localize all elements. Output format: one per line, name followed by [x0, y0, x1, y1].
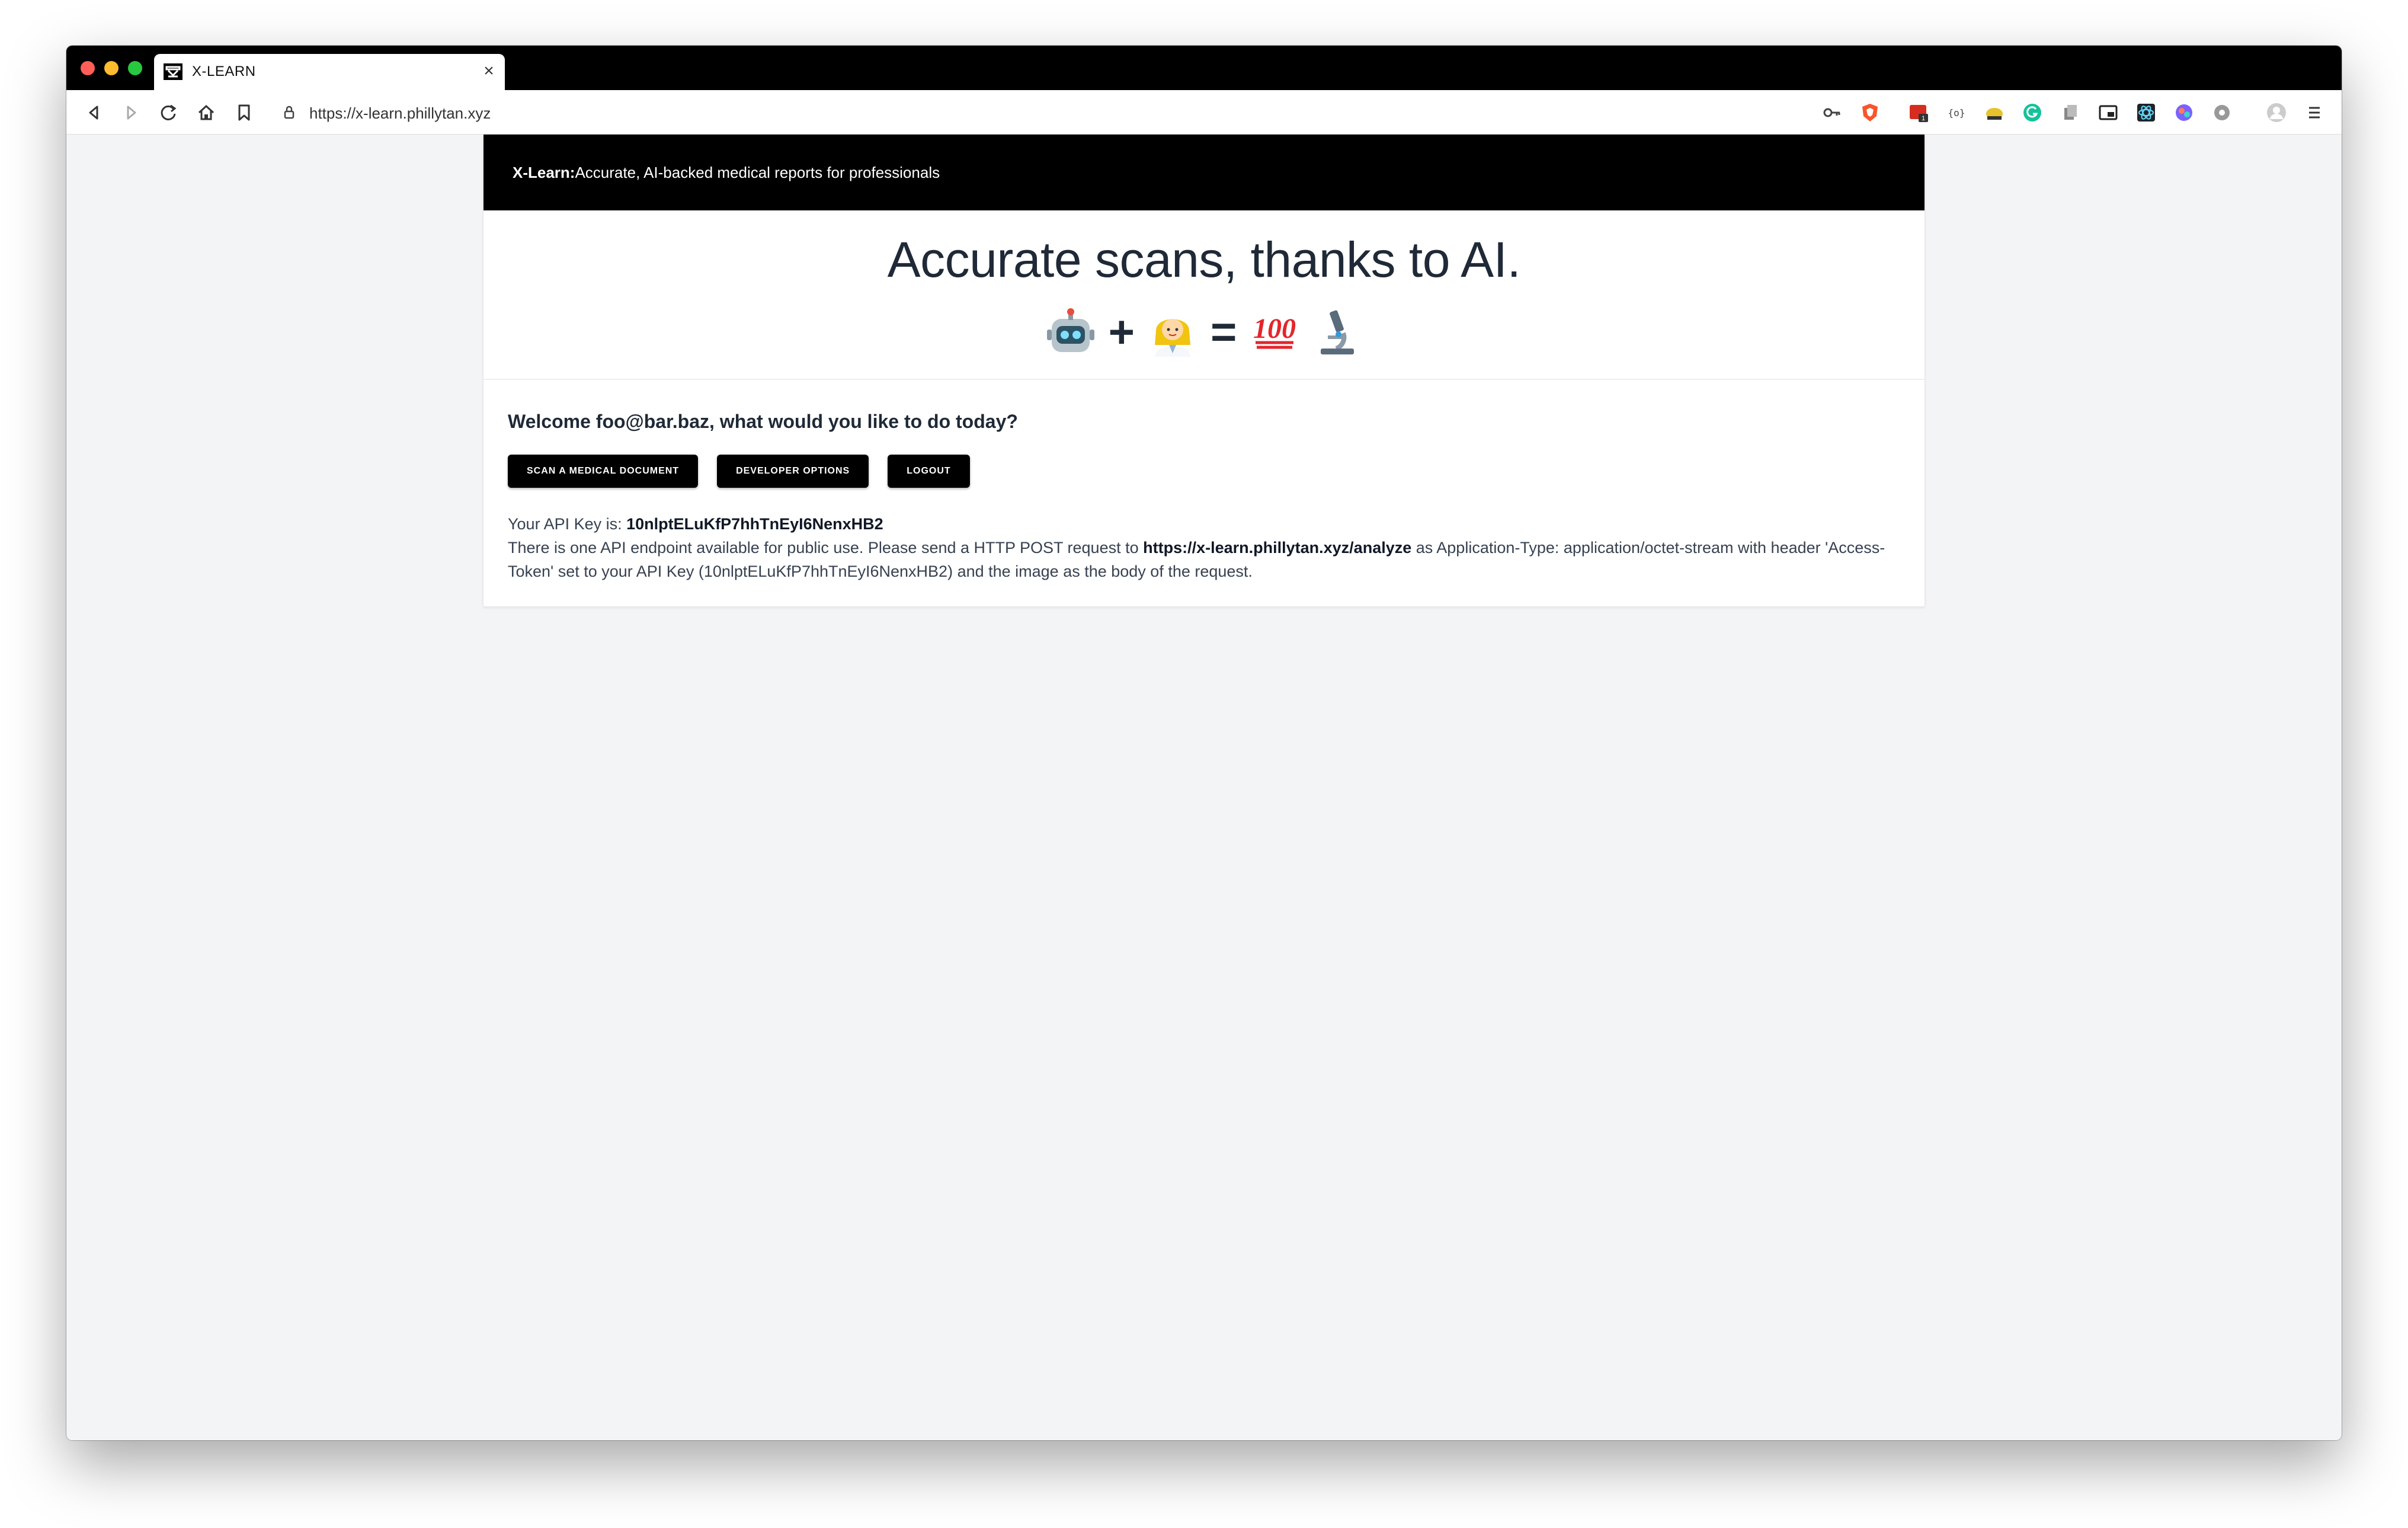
plus-sign: +	[1108, 306, 1135, 357]
browser-window: X-LEARN × + https://x-learn.phillytan.xy…	[66, 46, 2342, 1440]
profile-avatar-icon[interactable]	[2266, 102, 2287, 123]
colorful-extension-icon[interactable]	[2173, 102, 2195, 123]
brave-shield-icon[interactable]	[1859, 102, 1881, 123]
microscope-icon	[1321, 310, 1354, 354]
scan-document-button[interactable]: SCAN A MEDICAL DOCUMENT	[508, 455, 699, 488]
endpoint-url: https://x-learn.phillytan.xyz/analyze	[1143, 539, 1412, 557]
xlearn-favicon-icon	[164, 63, 182, 80]
welcome-message: Welcome foo@bar.baz, what would you like…	[508, 411, 1018, 432]
equals-sign: =	[1211, 306, 1237, 357]
back-icon[interactable]	[82, 101, 105, 124]
logout-button[interactable]: LOGOUT	[888, 455, 970, 488]
hero-section: Accurate scans, thanks to AI. + = 100	[483, 210, 1925, 380]
page-content: X-Learn:Accurate, AI-backed medical repo…	[66, 135, 2342, 1440]
tab-close-icon[interactable]: ×	[480, 62, 498, 80]
tab-bar: X-LEARN × +	[66, 46, 2342, 90]
api-key-value: 10nlptELuKfP7hhTnEyI6NenxHB2	[626, 515, 883, 533]
endpoint-text-1: There is one API endpoint available for …	[508, 539, 1144, 557]
home-icon[interactable]	[194, 101, 218, 124]
site-brand[interactable]: X-Learn:	[513, 164, 575, 181]
bookmark-icon[interactable]	[232, 101, 256, 124]
address-bar[interactable]: https://x-learn.phillytan.xyz	[309, 104, 491, 123]
maximize-window-button[interactable]	[128, 61, 142, 75]
key-icon[interactable]	[1821, 102, 1843, 123]
browser-toolbar: https://x-learn.phillytan.xyz 1 {o}	[66, 90, 2342, 135]
forward-icon[interactable]	[120, 101, 143, 124]
tab-title: X-LEARN	[192, 63, 256, 79]
json-viewer-icon[interactable]: {o}	[1946, 102, 1967, 123]
hero-title: Accurate scans, thanks to AI.	[887, 232, 1521, 287]
robot-icon	[1046, 308, 1094, 352]
close-window-button[interactable]	[81, 61, 95, 75]
developer-options-button[interactable]: DEVELOPER OPTIONS	[717, 455, 869, 488]
picture-in-picture-icon[interactable]	[2098, 102, 2119, 123]
hero-equation: + = 100	[483, 305, 1925, 359]
extension-yellow-icon[interactable]	[1984, 102, 2005, 123]
new-tab-button[interactable]: +	[449, 57, 470, 81]
menu-icon[interactable]	[2304, 102, 2325, 123]
health-worker-icon	[1155, 319, 1190, 357]
react-devtools-icon[interactable]	[2135, 102, 2157, 123]
api-info: Your API Key is: 10nlptELuKfP7hhTnEyI6Ne…	[508, 512, 1906, 583]
api-endpoint-description: There is one API endpoint available for …	[508, 536, 1906, 583]
svg-text:{o}: {o}	[1948, 107, 1965, 119]
extension-badge-icon[interactable]: 1	[1908, 102, 1929, 123]
minimize-window-button[interactable]	[104, 61, 119, 75]
grammarly-icon[interactable]	[2022, 102, 2043, 123]
reload-icon[interactable]	[156, 101, 180, 124]
svg-text:100: 100	[1253, 313, 1296, 344]
hundred-points-icon: 100	[1253, 313, 1296, 349]
main-card: X-Learn:Accurate, AI-backed medical repo…	[483, 135, 1925, 607]
settings-extension-icon[interactable]	[2211, 102, 2233, 123]
lock-icon	[284, 106, 294, 119]
action-buttons: SCAN A MEDICAL DOCUMENT DEVELOPER OPTION…	[508, 455, 970, 488]
copy-extension-icon[interactable]	[2060, 102, 2081, 123]
api-key-line: Your API Key is: 10nlptELuKfP7hhTnEyI6Ne…	[508, 512, 1906, 536]
api-key-label: Your API Key is:	[508, 515, 627, 533]
site-tagline: Accurate, AI-backed medical reports for …	[575, 164, 940, 181]
svg-text:1: 1	[1922, 115, 1925, 122]
site-header: X-Learn:Accurate, AI-backed medical repo…	[483, 135, 1925, 210]
